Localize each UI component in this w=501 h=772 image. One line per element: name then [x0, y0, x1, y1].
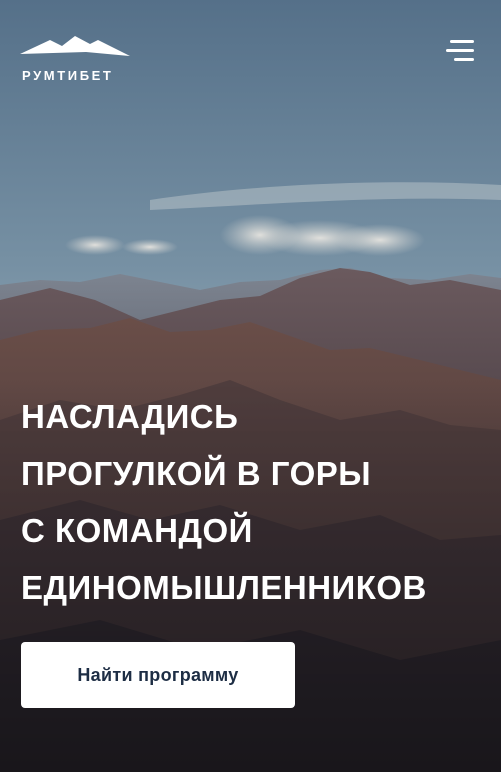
brand-name: РУМТИБЕТ [22, 68, 114, 83]
site-header: РУМТИБЕТ [0, 0, 501, 100]
hero-section: РУМТИБЕТ НАСЛАДИСЬ ПРОГУЛКОЙ В ГОРЫ С КО… [0, 0, 501, 772]
hamburger-menu-icon[interactable] [444, 38, 480, 68]
brand-logo[interactable]: РУМТИБЕТ [20, 28, 140, 88]
headline-line: ЕДИНОМЫШЛЕННИКОВ [21, 569, 427, 606]
headline-line: С КОМАНДОЙ [21, 512, 253, 549]
headline-line: ПРОГУЛКОЙ В ГОРЫ [21, 455, 372, 492]
mountain-logo-icon [20, 36, 130, 56]
find-program-button[interactable]: Найти программу [21, 642, 295, 708]
hero-headline: НАСЛАДИСЬ ПРОГУЛКОЙ В ГОРЫ С КОМАНДОЙ ЕД… [21, 388, 491, 616]
headline-line: НАСЛАДИСЬ [21, 398, 239, 435]
